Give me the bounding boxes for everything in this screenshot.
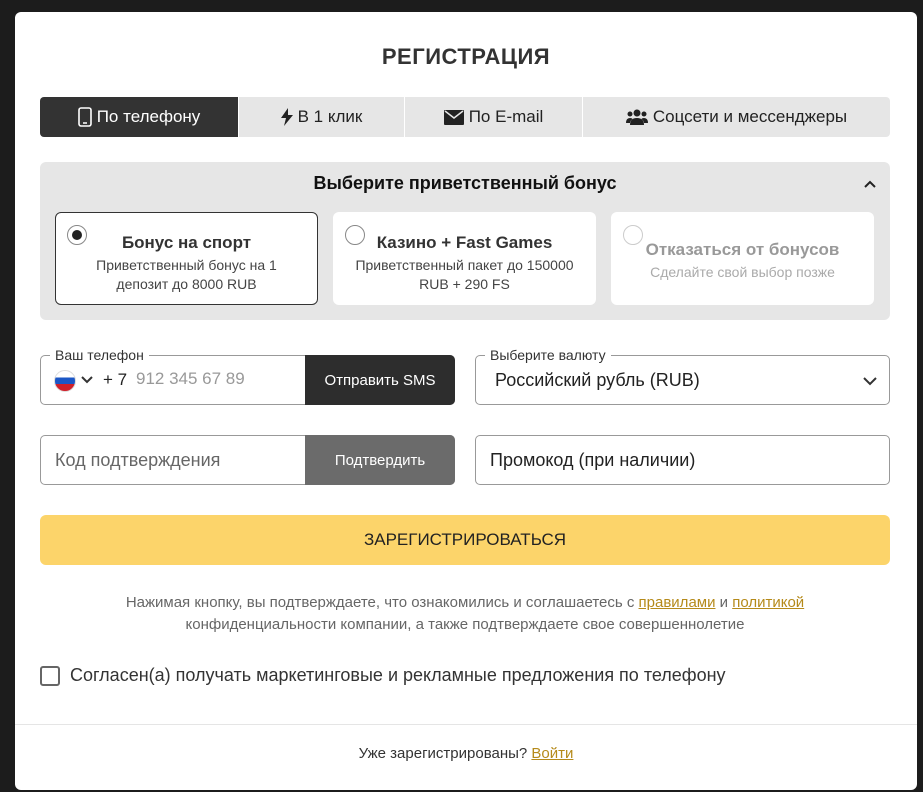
footer-text: Уже зарегистрированы? [358,745,532,762]
confirmation-code-input[interactable] [55,450,305,471]
chevron-down-icon[interactable] [81,374,93,386]
tab-one-click-label: В 1 клик [297,107,363,126]
promo-input[interactable] [490,450,870,471]
chevron-up-icon[interactable] [862,176,878,192]
radio-sport[interactable] [67,225,87,245]
currency-legend: Выберите валюту [485,347,611,363]
phone-field: Ваш телефон + 7 Отправить SMS [40,347,455,405]
tab-phone-label: По телефону [96,107,201,126]
terms-text: Нажимая кнопку, вы подтверждаете, что оз… [75,592,855,636]
phone-prefix: + 7 [103,370,128,389]
bonus-option-decline[interactable]: Отказаться от бонусов Сделайте свой выбо… [611,212,874,305]
phone-legend: Ваш телефон [50,347,149,363]
lightning-icon [280,108,293,126]
currency-value: Российский рубль (RUB) [495,370,700,390]
send-sms-button[interactable]: Отправить SMS [305,355,455,405]
bonus-option-sport[interactable]: Бонус на спорт Приветственный бонус на 1… [55,212,318,305]
currency-select[interactable]: Выберите валюту Российский рубль (RUB) [475,347,890,405]
promo-field [475,435,890,485]
tab-email[interactable]: По E-mail [405,97,583,137]
russia-flag-icon[interactable] [54,370,76,392]
registration-modal: РЕГИСТРАЦИЯ По телефону В 1 клик По E-ma… [15,12,917,790]
bonus-option-desc: Приветственный пакет до 150000 RUB + 290… [355,257,574,292]
page-title: РЕГИСТРАЦИЯ [381,44,551,69]
chevron-down-icon[interactable] [863,374,877,388]
marketing-consent: Согласен(а) получать маркетинговые и рек… [40,665,726,686]
tab-phone[interactable]: По телефону [40,97,239,137]
bonus-option-title: Бонус на спорт [121,233,252,252]
phone-icon [77,107,92,127]
users-icon [625,109,648,125]
tab-email-label: По E-mail [468,107,544,126]
register-button[interactable]: ЗАРЕГИСТРИРОВАТЬСЯ [40,515,890,565]
radio-decline[interactable] [623,225,643,245]
rules-link[interactable]: правилами [639,594,716,611]
bonus-option-title: Казино + Fast Games [376,233,553,252]
envelope-icon [443,109,464,125]
bonus-option-desc: Сделайте свой выбор позже [650,264,835,280]
marketing-consent-checkbox[interactable] [40,665,60,686]
login-link[interactable]: Войти [531,745,573,762]
terms-and: и [715,594,733,611]
radio-casino[interactable] [345,225,365,245]
tab-one-click[interactable]: В 1 клик [239,97,405,137]
confirm-button[interactable]: Подтвердить [305,435,455,485]
bonus-section: Выберите приветственный бонус Бонус на с… [40,162,890,320]
marketing-consent-label: Согласен(а) получать маркетинговые и рек… [70,665,726,685]
bonus-title: Выберите приветственный бонус [313,173,617,193]
tab-social[interactable]: Соцсети и мессенджеры [583,97,890,137]
bonus-option-title: Отказаться от бонусов [645,240,840,259]
footer-divider [15,724,917,725]
tab-social-label: Соцсети и мессенджеры [652,107,848,126]
footer: Уже зарегистрированы? Войти [15,745,917,762]
confirmation-code-field: Подтвердить [40,435,455,485]
phone-input[interactable] [136,369,301,389]
policy-link[interactable]: политикой [732,594,804,611]
terms-text-part2: конфиденциальности компании, а также под… [185,616,745,633]
terms-text-part1: Нажимая кнопку, вы подтверждаете, что оз… [125,594,639,611]
bonus-option-desc: Приветственный бонус на 1 депозит до 800… [96,257,277,292]
bonus-option-casino[interactable]: Казино + Fast Games Приветственный пакет… [333,212,596,305]
registration-tabs: По телефону В 1 клик По E-mail Соцсети и… [40,97,890,137]
